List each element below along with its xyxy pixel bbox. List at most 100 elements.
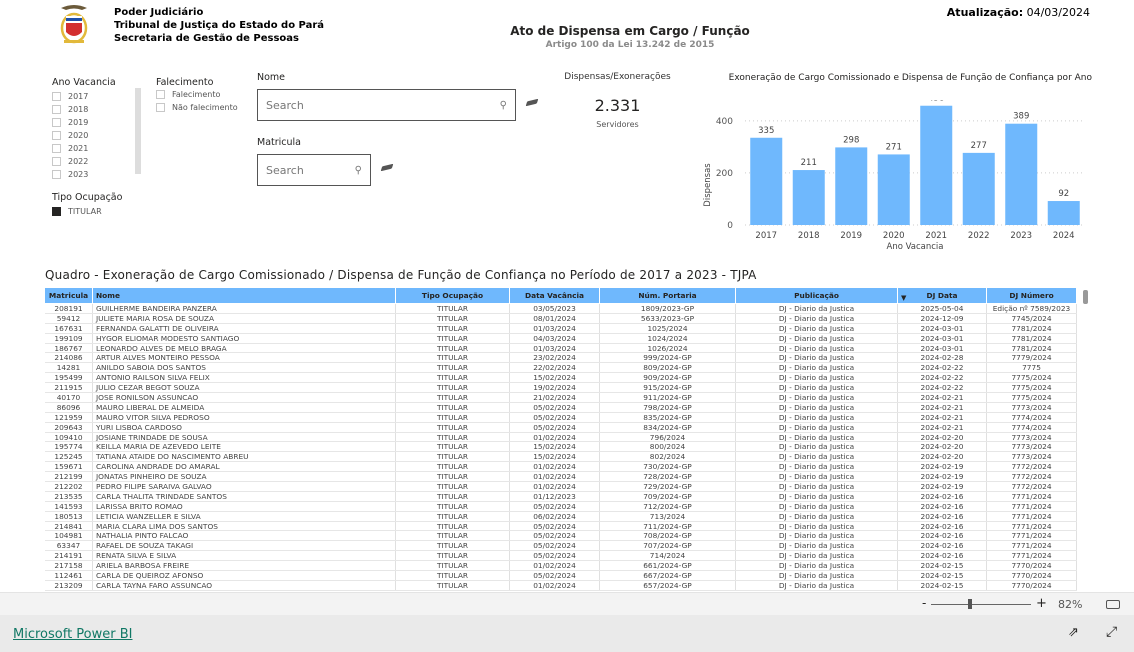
checkbox-item[interactable]: Não falecimento [156, 101, 238, 114]
column-header[interactable]: DJ Data ▼ [898, 288, 987, 303]
table-cell: 709/2024-GP [600, 491, 736, 501]
table-row[interactable]: 212202 PEDRO FILIPE SARAIVA GALVAO TITULAR… [45, 482, 1077, 492]
column-header[interactable]: Matricula [45, 288, 93, 303]
table-row[interactable]: 214191 RENATA SILVA E SILVA TITULAR 05/02/2… [45, 551, 1077, 562]
checkbox-item[interactable]: TITULAR [52, 205, 122, 218]
table-row[interactable]: 167631 FERNANDA GALATTI DE OLIVEIRA TITULA… [45, 323, 1077, 334]
table-cell: 7773/2024 [987, 402, 1077, 412]
checkbox[interactable] [52, 170, 61, 179]
table-row[interactable]: 112461 CARLA DE QUEIROZ AFONSO TITULAR 05/0… [45, 571, 1077, 581]
table-cell: 2024-02-21 [898, 402, 987, 412]
table-row[interactable]: 186767 LEONARDO ALVES DE MELO BRAGA TITULA… [45, 343, 1077, 354]
table-cell: 1809/2023-GP [600, 304, 736, 313]
checkbox-item[interactable]: Falecimento [156, 88, 238, 101]
table-row[interactable]: 141593 LARISSA BRITO ROMAO TITULAR 05/02/20… [45, 501, 1077, 512]
share-icon[interactable]: ⇗ [1068, 625, 1079, 640]
table-row[interactable]: 40170 JOSE RONILSON ASSUNCAO TITULAR 21/02/… [45, 393, 1077, 403]
nome-search-input[interactable]: Search ⚲ [257, 89, 516, 121]
bar-2023[interactable] [1005, 123, 1038, 225]
zoom-out-button[interactable]: - [922, 596, 926, 610]
column-header[interactable]: DJ Número [987, 288, 1077, 303]
table-row[interactable]: 217158 ARIELA BARBOSA FREIRE TITULAR 01/02/… [45, 561, 1077, 572]
table-row[interactable]: 59412 JULIETE MARIA ROSA DE SOUZA TITULAR 0… [45, 313, 1077, 324]
fit-to-page-icon[interactable] [1106, 600, 1120, 609]
table-cell: 7774/2024 [987, 412, 1077, 422]
checkbox[interactable] [156, 103, 165, 112]
checkbox[interactable] [52, 144, 61, 153]
table-cell: JULIO CEZAR BEGOT SOUZA [93, 383, 396, 393]
checkbox-item[interactable]: 2021 [52, 142, 116, 155]
table-cell: 15/02/2024 [510, 452, 600, 462]
eraser-icon[interactable] [380, 163, 394, 172]
table-row[interactable]: 86096 MAURO LIBERAL DE ALMEIDA TITULAR 05/0… [45, 402, 1077, 413]
bar-2018[interactable] [792, 170, 825, 225]
checkbox-item[interactable]: 2018 [52, 103, 116, 116]
checkbox[interactable] [52, 92, 61, 101]
table-row[interactable]: 214086 ARTUR ALVES MONTEIRO PESSOA TITULAR… [45, 353, 1077, 364]
checkbox-item[interactable]: 2019 [52, 116, 116, 129]
table-row[interactable]: 104981 NATHALIA PINTO FALCAO TITULAR 05/02/… [45, 531, 1077, 542]
table-cell: 657/2024-GP [600, 580, 736, 590]
table-row[interactable]: 109410 JOSIANE TRINDADE DE SOUSA TITULAR 01… [45, 432, 1077, 443]
checkbox-item[interactable]: 2022 [52, 155, 116, 168]
table-cell: 798/2024-GP [600, 402, 736, 412]
table-cell: 2024-03-01 [898, 333, 987, 343]
x-tick-label: 2018 [798, 231, 820, 241]
checkbox[interactable] [156, 90, 165, 99]
table-scrollbar[interactable] [1083, 290, 1088, 304]
table-row[interactable]: 208191 GUILHERME BANDEIRA PANZERA TITULAR 0… [45, 304, 1077, 314]
bar-2021[interactable] [920, 105, 953, 225]
table-row[interactable]: 195499 ANTONIO RAILSON SILVA FELIX TITULAR… [45, 373, 1077, 384]
column-header[interactable]: Data Vacância [510, 288, 600, 303]
table-row[interactable]: 180513 LETICIA WANZELLER E SILVA TITULAR 06… [45, 511, 1077, 522]
table-row[interactable]: 121959 MAURO VITOR SILVA PEDROSO TITULAR 05… [45, 412, 1077, 423]
checkbox-item[interactable]: 2020 [52, 129, 116, 142]
column-header[interactable]: Nome [93, 288, 396, 303]
table-row[interactable]: 14281 ANILDO SABOIA DOS SANTOS TITULAR 22/0… [45, 363, 1077, 374]
checkbox[interactable] [52, 207, 61, 216]
table-cell: TITULAR [396, 304, 510, 313]
slicer-scrollbar[interactable] [135, 88, 141, 174]
checkbox[interactable] [52, 131, 61, 140]
bar-2017[interactable] [750, 137, 783, 225]
table-row[interactable]: 125245 TATIANA ATAIDE DO NASCIMENTO ABREU… [45, 452, 1077, 463]
table-cell: KEILLA MARIA DE AZEVEDO LEITE [93, 442, 396, 452]
column-header[interactable]: Núm. Portaria [600, 288, 736, 303]
bar-2024[interactable] [1047, 201, 1080, 225]
data-label: 458 [928, 100, 944, 104]
checkbox-item[interactable]: 2017 [52, 90, 116, 103]
table-row[interactable]: 209643 YURI LISBOA CARDOSO TITULAR 05/02/20… [45, 422, 1077, 433]
power-bi-link[interactable]: Microsoft Power BI [13, 627, 132, 642]
table-row[interactable]: 212199 JONATAS PINHEIRO DE SOUZA TITULAR 01… [45, 472, 1077, 483]
table-row[interactable]: 211915 JULIO CEZAR BEGOT SOUZA TITULAR 19/0… [45, 383, 1077, 394]
bar-2020[interactable] [877, 154, 910, 225]
checkbox-item[interactable]: 2023 [52, 168, 116, 181]
zoom-in-button[interactable]: + [1036, 596, 1047, 611]
table-cell: 999/2024-GP [600, 353, 736, 363]
checkbox[interactable] [52, 157, 61, 166]
matricula-search-input[interactable]: Search ⚲ [257, 154, 371, 186]
checkbox[interactable] [52, 118, 61, 127]
bar-2019[interactable] [835, 147, 868, 225]
table-row[interactable]: 159671 CAROLINA ANDRADE DO AMARAL TITULAR 0… [45, 462, 1077, 473]
page-title: Ato de Dispensa em Cargo / Função [510, 24, 750, 38]
checkbox-label: 2022 [68, 157, 89, 166]
bar-2022[interactable] [962, 152, 995, 225]
checkbox[interactable] [52, 105, 61, 114]
table-row[interactable]: 214841 MARIA CLARA LIMA DOS SANTOS TITULAR… [45, 521, 1077, 532]
column-header[interactable]: Tipo Ocupação [396, 288, 510, 303]
table-row[interactable]: 63347 RAFAEL DE SOUZA TAKAGI TITULAR 05/02/… [45, 541, 1077, 552]
table-cell: 2024-02-22 [898, 373, 987, 383]
table-row[interactable]: 213535 CARLA THALITA TRINDADE SANTOS TITUL… [45, 491, 1077, 502]
table-cell: 180513 [45, 511, 93, 521]
column-header[interactable]: Publicação [736, 288, 898, 303]
table-row[interactable]: 213209 CARLA TAYNA FARO ASSUNCAO TITULAR 01… [45, 580, 1077, 591]
table-row[interactable]: 199109 HYGOR ELIOMAR MODESTO SANTIAGO TITU… [45, 333, 1077, 344]
table-cell: DJ - Diario da Justica [736, 462, 898, 472]
eraser-icon[interactable] [525, 98, 539, 107]
zoom-slider-handle[interactable] [968, 599, 972, 609]
table-row[interactable]: 195774 KEILLA MARIA DE AZEVEDO LEITE TITUL… [45, 442, 1077, 453]
nome-title: Nome [257, 72, 286, 83]
fullscreen-icon[interactable]: ⤢ [1106, 624, 1117, 640]
zoom-slider[interactable] [931, 604, 1031, 605]
